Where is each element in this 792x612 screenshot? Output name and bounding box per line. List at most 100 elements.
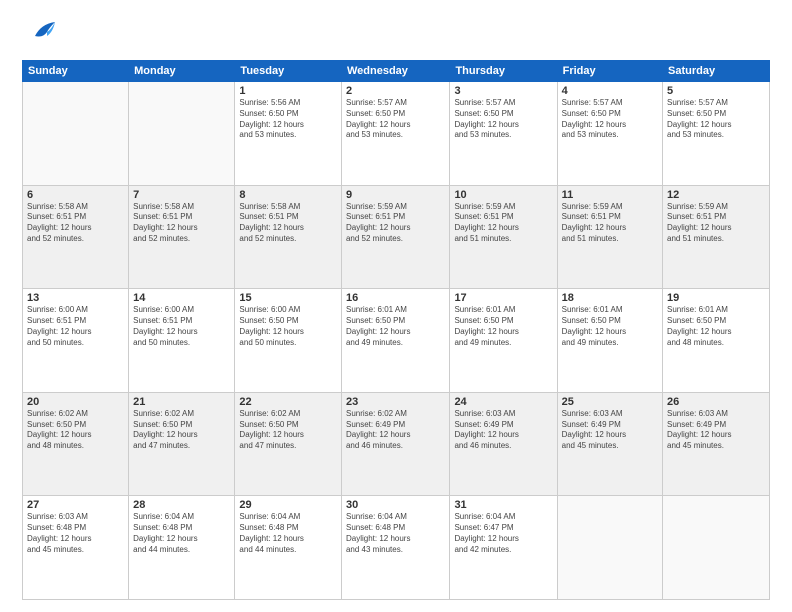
day-number: 3 [454, 85, 552, 97]
day-info: Sunrise: 6:01 AM Sunset: 6:50 PM Dayligh… [454, 305, 552, 348]
day-number: 5 [667, 85, 765, 97]
day-info: Sunrise: 5:59 AM Sunset: 6:51 PM Dayligh… [454, 202, 552, 245]
day-info: Sunrise: 6:01 AM Sunset: 6:50 PM Dayligh… [346, 305, 445, 348]
day-number: 29 [239, 499, 337, 511]
calendar-week-2: 6Sunrise: 5:58 AM Sunset: 6:51 PM Daylig… [23, 185, 770, 289]
calendar-table: SundayMondayTuesdayWednesdayThursdayFrid… [22, 60, 770, 600]
calendar-cell: 19Sunrise: 6:01 AM Sunset: 6:50 PM Dayli… [663, 289, 770, 393]
weekday-header-wednesday: Wednesday [341, 61, 449, 82]
day-number: 2 [346, 85, 445, 97]
day-number: 4 [562, 85, 658, 97]
calendar-cell: 8Sunrise: 5:58 AM Sunset: 6:51 PM Daylig… [235, 185, 342, 289]
day-number: 27 [27, 499, 124, 511]
calendar-cell: 24Sunrise: 6:03 AM Sunset: 6:49 PM Dayli… [450, 392, 557, 496]
day-info: Sunrise: 6:01 AM Sunset: 6:50 PM Dayligh… [667, 305, 765, 348]
day-number: 23 [346, 396, 445, 408]
day-info: Sunrise: 6:02 AM Sunset: 6:50 PM Dayligh… [133, 409, 230, 452]
calendar-cell: 14Sunrise: 6:00 AM Sunset: 6:51 PM Dayli… [129, 289, 235, 393]
day-info: Sunrise: 6:00 AM Sunset: 6:51 PM Dayligh… [27, 305, 124, 348]
calendar-cell: 2Sunrise: 5:57 AM Sunset: 6:50 PM Daylig… [341, 82, 449, 186]
calendar-cell: 7Sunrise: 5:58 AM Sunset: 6:51 PM Daylig… [129, 185, 235, 289]
calendar-cell: 5Sunrise: 5:57 AM Sunset: 6:50 PM Daylig… [663, 82, 770, 186]
day-number: 12 [667, 189, 765, 201]
calendar-cell [129, 82, 235, 186]
page-header [22, 18, 770, 52]
calendar-cell: 18Sunrise: 6:01 AM Sunset: 6:50 PM Dayli… [557, 289, 662, 393]
calendar-cell: 4Sunrise: 5:57 AM Sunset: 6:50 PM Daylig… [557, 82, 662, 186]
day-info: Sunrise: 6:00 AM Sunset: 6:50 PM Dayligh… [239, 305, 337, 348]
day-info: Sunrise: 6:02 AM Sunset: 6:50 PM Dayligh… [239, 409, 337, 452]
calendar-cell: 27Sunrise: 6:03 AM Sunset: 6:48 PM Dayli… [23, 496, 129, 600]
day-info: Sunrise: 5:57 AM Sunset: 6:50 PM Dayligh… [667, 98, 765, 141]
day-number: 21 [133, 396, 230, 408]
calendar-week-3: 13Sunrise: 6:00 AM Sunset: 6:51 PM Dayli… [23, 289, 770, 393]
calendar-cell: 22Sunrise: 6:02 AM Sunset: 6:50 PM Dayli… [235, 392, 342, 496]
calendar-cell: 1Sunrise: 5:56 AM Sunset: 6:50 PM Daylig… [235, 82, 342, 186]
calendar-week-1: 1Sunrise: 5:56 AM Sunset: 6:50 PM Daylig… [23, 82, 770, 186]
day-number: 16 [346, 292, 445, 304]
calendar-cell: 13Sunrise: 6:00 AM Sunset: 6:51 PM Dayli… [23, 289, 129, 393]
day-info: Sunrise: 5:59 AM Sunset: 6:51 PM Dayligh… [346, 202, 445, 245]
weekday-header-monday: Monday [129, 61, 235, 82]
day-info: Sunrise: 6:02 AM Sunset: 6:49 PM Dayligh… [346, 409, 445, 452]
calendar-cell: 21Sunrise: 6:02 AM Sunset: 6:50 PM Dayli… [129, 392, 235, 496]
day-info: Sunrise: 5:58 AM Sunset: 6:51 PM Dayligh… [239, 202, 337, 245]
calendar-cell [557, 496, 662, 600]
calendar-cell: 6Sunrise: 5:58 AM Sunset: 6:51 PM Daylig… [23, 185, 129, 289]
day-info: Sunrise: 5:58 AM Sunset: 6:51 PM Dayligh… [133, 202, 230, 245]
day-info: Sunrise: 5:57 AM Sunset: 6:50 PM Dayligh… [454, 98, 552, 141]
day-info: Sunrise: 6:00 AM Sunset: 6:51 PM Dayligh… [133, 305, 230, 348]
calendar-week-4: 20Sunrise: 6:02 AM Sunset: 6:50 PM Dayli… [23, 392, 770, 496]
day-info: Sunrise: 6:01 AM Sunset: 6:50 PM Dayligh… [562, 305, 658, 348]
day-number: 24 [454, 396, 552, 408]
day-number: 11 [562, 189, 658, 201]
day-number: 8 [239, 189, 337, 201]
day-info: Sunrise: 6:04 AM Sunset: 6:48 PM Dayligh… [346, 512, 445, 555]
logo-bird-icon [27, 14, 59, 52]
calendar-cell: 17Sunrise: 6:01 AM Sunset: 6:50 PM Dayli… [450, 289, 557, 393]
day-number: 9 [346, 189, 445, 201]
calendar-cell: 15Sunrise: 6:00 AM Sunset: 6:50 PM Dayli… [235, 289, 342, 393]
day-number: 14 [133, 292, 230, 304]
day-number: 18 [562, 292, 658, 304]
day-info: Sunrise: 6:04 AM Sunset: 6:48 PM Dayligh… [239, 512, 337, 555]
day-info: Sunrise: 5:57 AM Sunset: 6:50 PM Dayligh… [562, 98, 658, 141]
day-info: Sunrise: 5:57 AM Sunset: 6:50 PM Dayligh… [346, 98, 445, 141]
day-number: 30 [346, 499, 445, 511]
calendar-cell: 29Sunrise: 6:04 AM Sunset: 6:48 PM Dayli… [235, 496, 342, 600]
day-info: Sunrise: 6:03 AM Sunset: 6:49 PM Dayligh… [562, 409, 658, 452]
day-number: 1 [239, 85, 337, 97]
calendar-cell: 11Sunrise: 5:59 AM Sunset: 6:51 PM Dayli… [557, 185, 662, 289]
calendar-page: SundayMondayTuesdayWednesdayThursdayFrid… [0, 0, 792, 612]
day-info: Sunrise: 6:04 AM Sunset: 6:48 PM Dayligh… [133, 512, 230, 555]
day-number: 22 [239, 396, 337, 408]
weekday-header-saturday: Saturday [663, 61, 770, 82]
calendar-cell: 12Sunrise: 5:59 AM Sunset: 6:51 PM Dayli… [663, 185, 770, 289]
day-number: 15 [239, 292, 337, 304]
day-number: 20 [27, 396, 124, 408]
day-info: Sunrise: 5:59 AM Sunset: 6:51 PM Dayligh… [667, 202, 765, 245]
weekday-header-tuesday: Tuesday [235, 61, 342, 82]
calendar-cell [23, 82, 129, 186]
day-number: 19 [667, 292, 765, 304]
calendar-cell: 26Sunrise: 6:03 AM Sunset: 6:49 PM Dayli… [663, 392, 770, 496]
calendar-cell: 30Sunrise: 6:04 AM Sunset: 6:48 PM Dayli… [341, 496, 449, 600]
calendar-cell: 31Sunrise: 6:04 AM Sunset: 6:47 PM Dayli… [450, 496, 557, 600]
day-number: 31 [454, 499, 552, 511]
day-info: Sunrise: 5:59 AM Sunset: 6:51 PM Dayligh… [562, 202, 658, 245]
day-number: 10 [454, 189, 552, 201]
calendar-cell: 23Sunrise: 6:02 AM Sunset: 6:49 PM Dayli… [341, 392, 449, 496]
calendar-week-5: 27Sunrise: 6:03 AM Sunset: 6:48 PM Dayli… [23, 496, 770, 600]
weekday-header-sunday: Sunday [23, 61, 129, 82]
day-number: 7 [133, 189, 230, 201]
logo [22, 18, 59, 52]
day-info: Sunrise: 5:58 AM Sunset: 6:51 PM Dayligh… [27, 202, 124, 245]
day-number: 28 [133, 499, 230, 511]
day-info: Sunrise: 6:02 AM Sunset: 6:50 PM Dayligh… [27, 409, 124, 452]
calendar-cell: 25Sunrise: 6:03 AM Sunset: 6:49 PM Dayli… [557, 392, 662, 496]
day-info: Sunrise: 6:04 AM Sunset: 6:47 PM Dayligh… [454, 512, 552, 555]
weekday-header-row: SundayMondayTuesdayWednesdayThursdayFrid… [23, 61, 770, 82]
day-number: 26 [667, 396, 765, 408]
weekday-header-friday: Friday [557, 61, 662, 82]
day-number: 17 [454, 292, 552, 304]
